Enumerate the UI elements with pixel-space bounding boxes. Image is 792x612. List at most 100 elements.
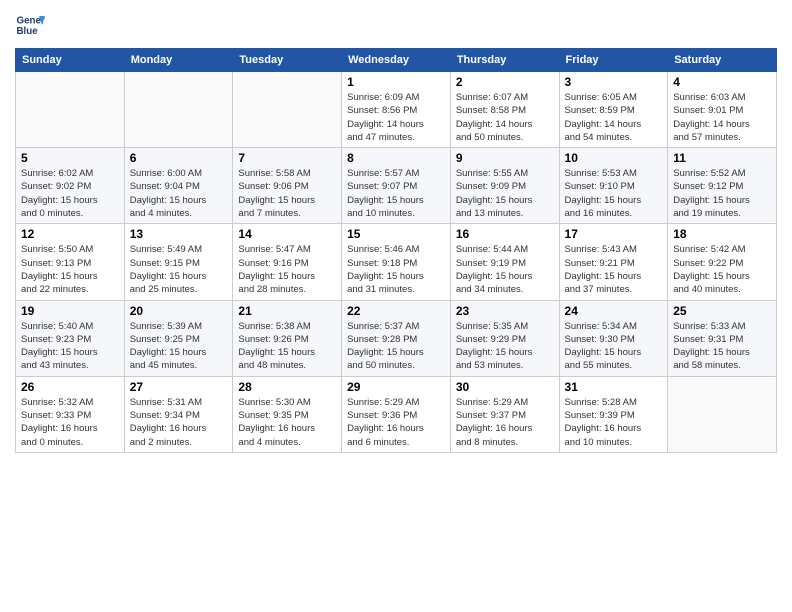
day-cell: 29 Sunrise: 5:29 AMSunset: 9:36 PMDayligh… <box>342 376 451 452</box>
day-number: 30 <box>456 380 554 394</box>
day-number: 22 <box>347 304 445 318</box>
day-detail: Sunrise: 5:43 AMSunset: 9:21 PMDaylight:… <box>565 243 663 296</box>
day-detail: Sunrise: 5:29 AMSunset: 9:37 PMDaylight:… <box>456 396 554 449</box>
day-detail: Sunrise: 5:53 AMSunset: 9:10 PMDaylight:… <box>565 167 663 220</box>
day-detail: Sunrise: 5:29 AMSunset: 9:36 PMDaylight:… <box>347 396 445 449</box>
day-number: 7 <box>238 151 336 165</box>
day-number: 15 <box>347 227 445 241</box>
day-cell: 31Sunrise: 5:28 AMSunset: 9:39 PMDayligh… <box>559 376 668 452</box>
day-detail: Sunrise: 5:39 AMSunset: 9:25 PMDaylight:… <box>130 320 228 373</box>
day-cell: 5 Sunrise: 6:02 AMSunset: 9:02 PMDaylight… <box>16 148 125 224</box>
day-detail: Sunrise: 5:58 AMSunset: 9:06 PMDaylight:… <box>238 167 336 220</box>
day-number: 11 <box>673 151 771 165</box>
day-number: 17 <box>565 227 663 241</box>
day-number: 12 <box>21 227 119 241</box>
day-cell: 13Sunrise: 5:49 AMSunset: 9:15 PMDayligh… <box>124 224 233 300</box>
day-cell: 20 Sunrise: 5:39 AMSunset: 9:25 PMDayligh… <box>124 300 233 376</box>
day-cell: 18 Sunrise: 5:42 AMSunset: 9:22 PMDayligh… <box>668 224 777 300</box>
day-number: 19 <box>21 304 119 318</box>
day-detail: Sunrise: 5:46 AMSunset: 9:18 PMDaylight:… <box>347 243 445 296</box>
col-header-tuesday: Tuesday <box>233 49 342 72</box>
day-number: 25 <box>673 304 771 318</box>
day-cell: 27 Sunrise: 5:31 AMSunset: 9:34 PMDayligh… <box>124 376 233 452</box>
day-cell: 14 Sunrise: 5:47 AMSunset: 9:16 PMDayligh… <box>233 224 342 300</box>
day-detail: Sunrise: 5:37 AMSunset: 9:28 PMDaylight:… <box>347 320 445 373</box>
col-header-thursday: Thursday <box>450 49 559 72</box>
day-detail: Sunrise: 5:47 AMSunset: 9:16 PMDaylight:… <box>238 243 336 296</box>
day-number: 4 <box>673 75 771 89</box>
day-cell: 23Sunrise: 5:35 AMSunset: 9:29 PMDayligh… <box>450 300 559 376</box>
day-detail: Sunrise: 5:44 AMSunset: 9:19 PMDaylight:… <box>456 243 554 296</box>
day-number: 3 <box>565 75 663 89</box>
col-header-wednesday: Wednesday <box>342 49 451 72</box>
day-cell <box>668 376 777 452</box>
col-header-monday: Monday <box>124 49 233 72</box>
day-cell <box>124 72 233 148</box>
day-detail: Sunrise: 6:02 AMSunset: 9:02 PMDaylight:… <box>21 167 119 220</box>
day-detail: Sunrise: 5:57 AMSunset: 9:07 PMDaylight:… <box>347 167 445 220</box>
svg-text:Blue: Blue <box>17 26 39 37</box>
week-row-4: 19 Sunrise: 5:40 AMSunset: 9:23 PMDayligh… <box>16 300 777 376</box>
day-cell: 4 Sunrise: 6:03 AMSunset: 9:01 PMDaylight… <box>668 72 777 148</box>
day-cell <box>233 72 342 148</box>
day-detail: Sunrise: 5:38 AMSunset: 9:26 PMDaylight:… <box>238 320 336 373</box>
day-cell: 17 Sunrise: 5:43 AMSunset: 9:21 PMDayligh… <box>559 224 668 300</box>
day-cell: 10 Sunrise: 5:53 AMSunset: 9:10 PMDayligh… <box>559 148 668 224</box>
logo: General Blue <box>15 10 49 40</box>
day-detail: Sunrise: 5:33 AMSunset: 9:31 PMDaylight:… <box>673 320 771 373</box>
day-cell <box>16 72 125 148</box>
day-cell: 11 Sunrise: 5:52 AMSunset: 9:12 PMDayligh… <box>668 148 777 224</box>
day-cell: 8 Sunrise: 5:57 AMSunset: 9:07 PMDaylight… <box>342 148 451 224</box>
day-detail: Sunrise: 5:40 AMSunset: 9:23 PMDaylight:… <box>21 320 119 373</box>
day-cell: 26Sunrise: 5:32 AMSunset: 9:33 PMDayligh… <box>16 376 125 452</box>
day-number: 20 <box>130 304 228 318</box>
header-row: SundayMondayTuesdayWednesdayThursdayFrid… <box>16 49 777 72</box>
day-cell: 2 Sunrise: 6:07 AMSunset: 8:58 PMDaylight… <box>450 72 559 148</box>
day-number: 6 <box>130 151 228 165</box>
week-row-1: 1Sunrise: 6:09 AMSunset: 8:56 PMDaylight… <box>16 72 777 148</box>
day-cell: 21 Sunrise: 5:38 AMSunset: 9:26 PMDayligh… <box>233 300 342 376</box>
day-number: 21 <box>238 304 336 318</box>
day-number: 31 <box>565 380 663 394</box>
day-number: 10 <box>565 151 663 165</box>
day-detail: Sunrise: 5:52 AMSunset: 9:12 PMDaylight:… <box>673 167 771 220</box>
day-cell: 28 Sunrise: 5:30 AMSunset: 9:35 PMDayligh… <box>233 376 342 452</box>
day-number: 8 <box>347 151 445 165</box>
day-detail: Sunrise: 5:55 AMSunset: 9:09 PMDaylight:… <box>456 167 554 220</box>
day-detail: Sunrise: 6:09 AMSunset: 8:56 PMDaylight:… <box>347 91 445 144</box>
day-cell: 19 Sunrise: 5:40 AMSunset: 9:23 PMDayligh… <box>16 300 125 376</box>
day-number: 27 <box>130 380 228 394</box>
day-number: 2 <box>456 75 554 89</box>
day-cell: 30 Sunrise: 5:29 AMSunset: 9:37 PMDayligh… <box>450 376 559 452</box>
day-number: 24 <box>565 304 663 318</box>
calendar-container: General Blue SundayMondayTuesdayWednesda… <box>0 0 792 463</box>
day-detail: Sunrise: 5:50 AMSunset: 9:13 PMDaylight:… <box>21 243 119 296</box>
col-header-saturday: Saturday <box>668 49 777 72</box>
day-detail: Sunrise: 5:34 AMSunset: 9:30 PMDaylight:… <box>565 320 663 373</box>
day-number: 14 <box>238 227 336 241</box>
day-cell: 22 Sunrise: 5:37 AMSunset: 9:28 PMDayligh… <box>342 300 451 376</box>
day-detail: Sunrise: 6:07 AMSunset: 8:58 PMDaylight:… <box>456 91 554 144</box>
day-cell: 6Sunrise: 6:00 AMSunset: 9:04 PMDaylight… <box>124 148 233 224</box>
week-row-2: 5 Sunrise: 6:02 AMSunset: 9:02 PMDaylight… <box>16 148 777 224</box>
day-number: 29 <box>347 380 445 394</box>
day-cell: 7 Sunrise: 5:58 AMSunset: 9:06 PMDaylight… <box>233 148 342 224</box>
day-cell: 12 Sunrise: 5:50 AMSunset: 9:13 PMDayligh… <box>16 224 125 300</box>
day-detail: Sunrise: 5:30 AMSunset: 9:35 PMDaylight:… <box>238 396 336 449</box>
day-number: 18 <box>673 227 771 241</box>
day-cell: 15 Sunrise: 5:46 AMSunset: 9:18 PMDayligh… <box>342 224 451 300</box>
day-cell: 25 Sunrise: 5:33 AMSunset: 9:31 PMDayligh… <box>668 300 777 376</box>
day-number: 26 <box>21 380 119 394</box>
col-header-friday: Friday <box>559 49 668 72</box>
day-number: 28 <box>238 380 336 394</box>
day-detail: Sunrise: 6:03 AMSunset: 9:01 PMDaylight:… <box>673 91 771 144</box>
day-number: 5 <box>21 151 119 165</box>
day-detail: Sunrise: 5:35 AMSunset: 9:29 PMDaylight:… <box>456 320 554 373</box>
day-detail: Sunrise: 5:42 AMSunset: 9:22 PMDaylight:… <box>673 243 771 296</box>
calendar-header: General Blue <box>15 10 777 40</box>
col-header-sunday: Sunday <box>16 49 125 72</box>
day-cell: 1Sunrise: 6:09 AMSunset: 8:56 PMDaylight… <box>342 72 451 148</box>
week-row-3: 12 Sunrise: 5:50 AMSunset: 9:13 PMDayligh… <box>16 224 777 300</box>
day-detail: Sunrise: 5:31 AMSunset: 9:34 PMDaylight:… <box>130 396 228 449</box>
day-detail: Sunrise: 6:05 AMSunset: 8:59 PMDaylight:… <box>565 91 663 144</box>
